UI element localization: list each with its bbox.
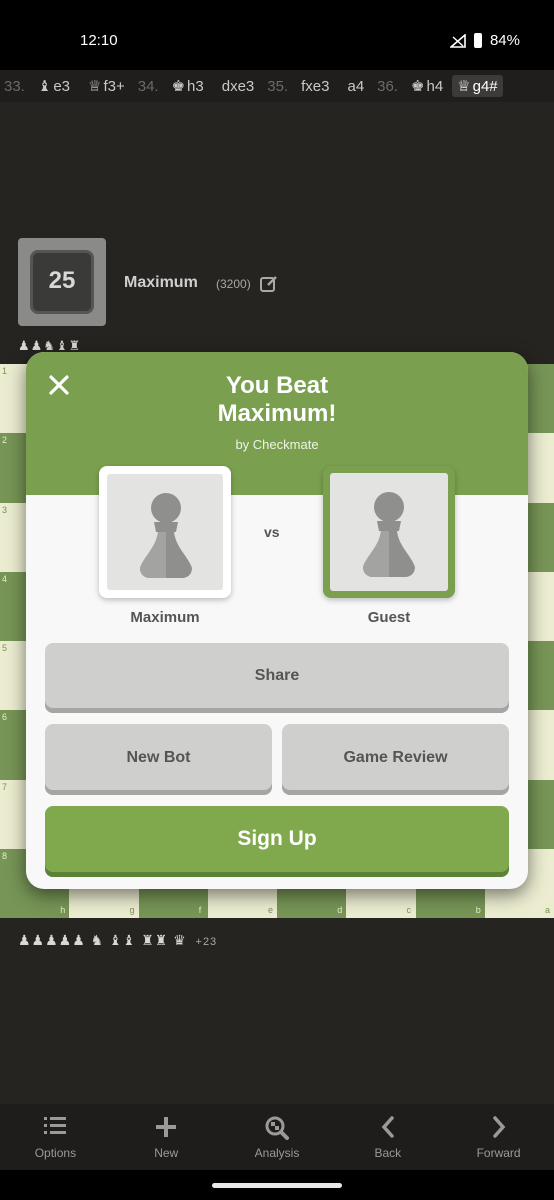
move-list[interactable]: 33. ♝ e3 ♕ f3+ 34. ♚ h3 dxe3 35. fxe3 a4 36. ♚ h4 ♕ g4# — [0, 70, 554, 102]
file-label: b — [475, 905, 481, 915]
result-reason: by Checkmate — [235, 437, 319, 452]
bot-chip-icon: 25 — [30, 250, 94, 314]
move-text: dxe3 — [221, 77, 255, 95]
move-text: e3 — [53, 77, 70, 95]
list-icon — [44, 1117, 67, 1134]
move-text: 34. — [137, 77, 159, 95]
edit-icon[interactable] — [259, 274, 279, 294]
new-game-button[interactable]: New — [111, 1104, 222, 1170]
chevron-right-icon — [492, 1116, 505, 1138]
player-card-image — [330, 473, 448, 591]
opponent-card-image — [107, 474, 223, 590]
opponent-name[interactable]: Maximum — [124, 274, 198, 292]
move-number: 33. — [0, 78, 29, 95]
opponent-rating: (3200) — [216, 277, 251, 291]
move-text: 36. — [377, 77, 399, 95]
vs-label: vs — [264, 524, 280, 540]
modal-title: You Beat Maximum! — [26, 372, 528, 428]
rank-label: 4 — [2, 573, 8, 584]
move-text: 33. — [4, 77, 25, 95]
forward-label: Forward — [476, 1146, 521, 1160]
analysis-label: Analysis — [254, 1146, 300, 1160]
game-review-button[interactable]: Game Review — [282, 724, 509, 795]
piece-icon: ♝ — [37, 78, 52, 95]
piece-icon: ♚ — [171, 78, 186, 95]
status-indicators: 84% — [449, 32, 520, 49]
material-advantage: +23 — [195, 936, 218, 948]
move-item[interactable]: a4 — [338, 75, 373, 97]
rank-label: 1 — [2, 366, 8, 376]
share-button[interactable]: Share — [45, 643, 509, 713]
pawn-icon — [363, 492, 415, 577]
analysis-button[interactable]: Analysis — [222, 1104, 333, 1170]
file-label: h — [60, 905, 66, 915]
new-bot-button[interactable]: New Bot — [45, 724, 272, 795]
game-over-modal: You Beat Maximum! by Checkmate vs Maximu… — [26, 352, 528, 889]
player-name: Guest — [367, 609, 411, 626]
bot-level: 25 — [48, 267, 76, 294]
app-root: 12:10 84% 33. ♝ e3 ♕ f3+ 34. ♚ h3 dxe3 35. fxe3 a4 3… — [0, 0, 554, 1200]
title-line-2: Maximum! — [217, 400, 337, 427]
move-number: 34. — [134, 78, 163, 95]
rank-label: 8 — [2, 850, 8, 861]
home-gesture-bar[interactable] — [212, 1183, 342, 1188]
battery-level: 84% — [489, 32, 520, 49]
move-text: h4 — [426, 77, 444, 95]
sign-up-button[interactable]: Sign Up — [45, 806, 509, 877]
player-card — [323, 466, 455, 598]
move-text: h3 — [187, 77, 204, 95]
battery-icon — [473, 33, 482, 48]
title-line-1: You Beat — [225, 372, 329, 399]
piece-icon: ♕ — [457, 78, 471, 95]
file-label: a — [545, 905, 551, 915]
captured-pieces-list: ♟♟♟♟♟ ♞ ♝♝ ♜♜ ♛ — [18, 932, 187, 948]
move-item[interactable]: ♝ e3 — [29, 75, 79, 97]
file-label: d — [337, 905, 343, 915]
move-item[interactable]: ♚ h3 — [163, 75, 213, 97]
back-label: Back — [374, 1146, 402, 1160]
rank-label: 2 — [2, 435, 8, 446]
file-label: g — [129, 905, 135, 915]
current-move[interactable]: ♕ g4# — [452, 75, 503, 97]
file-label: e — [268, 905, 274, 915]
file-label: c — [406, 905, 412, 915]
options-button[interactable]: Options — [0, 1104, 111, 1170]
new-label: New — [154, 1146, 179, 1160]
piece-icon: ♕ — [88, 78, 102, 95]
signal-icon — [449, 33, 466, 48]
move-number: 36. — [373, 78, 402, 95]
analysis-icon — [265, 1116, 289, 1140]
move-text: g4# — [472, 77, 498, 95]
move-item[interactable]: ♕ f3+ — [79, 75, 134, 97]
move-text: f3+ — [103, 77, 125, 95]
rank-label: 6 — [2, 712, 8, 723]
forward-button[interactable]: Forward — [443, 1104, 554, 1170]
move-item[interactable]: dxe3 — [213, 75, 264, 97]
move-item[interactable]: fxe3 — [292, 75, 338, 97]
move-number: 35. — [263, 78, 292, 95]
status-time: 12:10 — [80, 32, 118, 49]
player-captured-pieces: ♟♟♟♟♟ ♞ ♝♝ ♜♜ ♛ +23 — [18, 932, 217, 949]
move-item[interactable]: ♚ h4 — [402, 75, 452, 97]
move-text: 35. — [267, 77, 289, 95]
opponent-avatar[interactable]: 25 — [18, 238, 106, 326]
rank-label: 5 — [2, 643, 8, 653]
move-text: a4 — [347, 77, 365, 95]
chevron-left-icon — [381, 1116, 394, 1138]
opponent-player-name: Maximum — [130, 609, 200, 626]
pawn-icon — [140, 493, 192, 578]
rank-label: 3 — [2, 504, 8, 515]
file-label: f — [198, 905, 202, 915]
back-button[interactable]: Back — [332, 1104, 443, 1170]
piece-icon: ♚ — [411, 78, 425, 95]
bottom-toolbar: Options New Analysis Back Forward — [0, 1104, 554, 1170]
rank-label: 7 — [2, 781, 8, 792]
status-bar: 12:10 84% — [0, 0, 554, 70]
move-text: fxe3 — [301, 77, 330, 95]
options-label: Options — [34, 1146, 77, 1160]
opponent-card — [99, 466, 231, 598]
plus-icon — [156, 1117, 177, 1137]
